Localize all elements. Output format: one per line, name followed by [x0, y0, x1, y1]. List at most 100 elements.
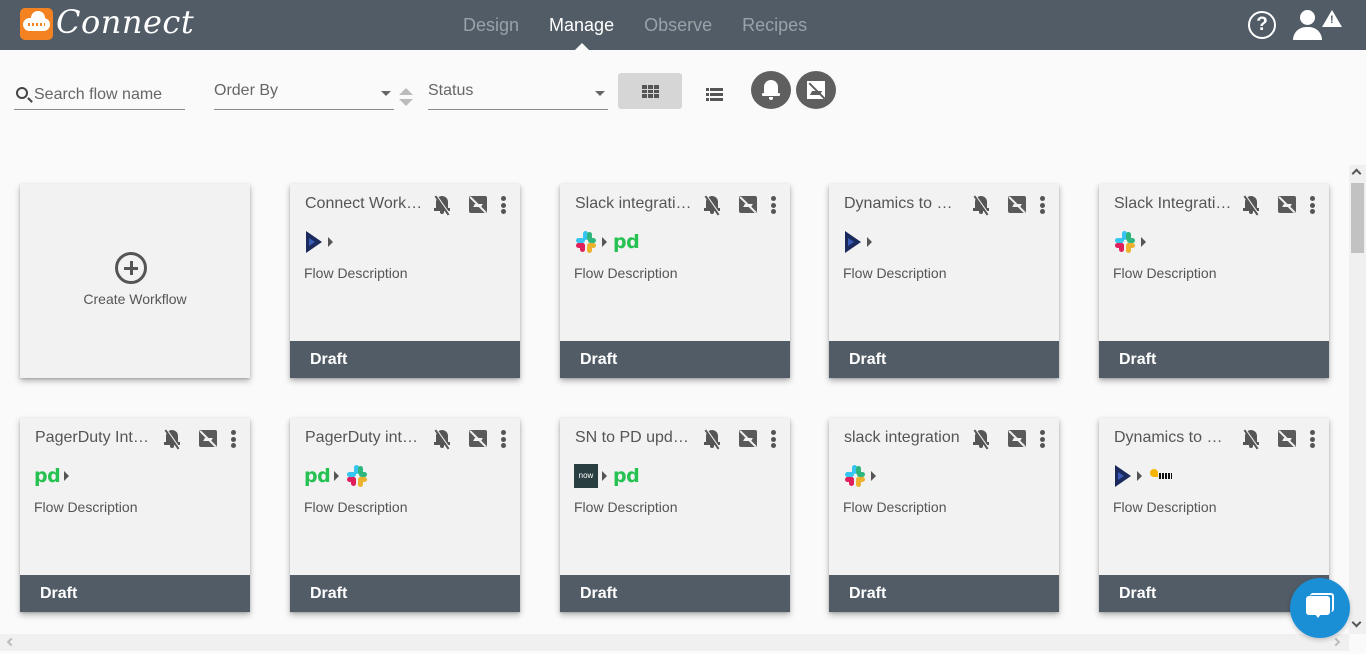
bell-off-icon[interactable]: [1242, 195, 1260, 216]
add-circle-icon: [115, 252, 147, 284]
image-off-icon[interactable]: [739, 430, 757, 447]
flow-card[interactable]: Dynamics to S… Flow Description Draft: [829, 184, 1059, 378]
chevron-down-icon: [381, 91, 391, 96]
image-off-icon[interactable]: [1278, 430, 1296, 447]
help-icon[interactable]: ?: [1248, 11, 1276, 39]
notifications-button[interactable]: [751, 71, 791, 109]
scroll-right-icon[interactable]: [1331, 637, 1341, 647]
nav-recipes[interactable]: Recipes: [727, 0, 822, 50]
list-view-button[interactable]: [700, 73, 730, 109]
flow-card[interactable]: SN to PD upd… now pd Flow Description Draft: [560, 418, 790, 612]
search-input[interactable]: [34, 84, 184, 106]
brand-name[interactable]: Connect: [56, 3, 194, 41]
bell-off-icon[interactable]: [972, 195, 990, 216]
more-vert-icon[interactable]: [769, 430, 777, 448]
flow-title[interactable]: Dynamics to U…: [1114, 429, 1232, 447]
image-off-icon[interactable]: [1008, 430, 1026, 447]
more-vert-icon[interactable]: [499, 430, 507, 448]
grid-icon: [642, 85, 659, 98]
flow-description: Flow Description: [304, 265, 408, 281]
create-workflow-label: Create Workflow: [83, 291, 187, 307]
bell-icon: [762, 80, 780, 100]
flow-title[interactable]: PagerDuty Int…: [35, 429, 153, 447]
flow-title[interactable]: SN to PD upd…: [575, 429, 693, 447]
flow-connectors: pd: [304, 464, 369, 488]
horizontal-scrollbar[interactable]: [0, 634, 1349, 651]
bell-off-icon[interactable]: [433, 429, 451, 450]
image-off-icon[interactable]: [469, 430, 487, 447]
hide-images-button[interactable]: [796, 71, 836, 109]
flow-title[interactable]: Slack integration: [575, 195, 693, 213]
status-badge: Draft: [290, 341, 520, 378]
user-avatar-icon[interactable]: [1292, 10, 1324, 40]
pagerduty-logo-icon: pd: [613, 465, 640, 487]
slack-logo-icon: [843, 464, 867, 488]
search-field[interactable]: [14, 80, 185, 110]
create-workflow-card[interactable]: Create Workflow: [20, 184, 250, 378]
order-by-select[interactable]: Order By: [214, 76, 394, 110]
flow-card[interactable]: PagerDuty int… pd Flow Description Draft: [290, 418, 520, 612]
flow-arrow-icon: [64, 471, 70, 481]
flow-title[interactable]: Slack Integration: [1114, 195, 1232, 213]
dynamics-logo-icon: [304, 230, 324, 254]
image-off-icon[interactable]: [739, 196, 757, 213]
main-nav: Design Manage Observe Recipes: [448, 0, 822, 50]
flow-card[interactable]: Connect Work… Flow Description Draft: [290, 184, 520, 378]
more-vert-icon[interactable]: [1038, 196, 1046, 214]
status-select[interactable]: Status: [428, 76, 608, 110]
nav-manage[interactable]: Manage: [534, 0, 629, 50]
flow-title[interactable]: slack integration: [844, 429, 962, 447]
more-vert-icon[interactable]: [229, 430, 237, 448]
image-off-icon[interactable]: [199, 430, 217, 447]
status-badge: Draft: [560, 341, 790, 378]
service-logo-icon: [1148, 467, 1174, 485]
scroll-up-icon[interactable]: [1351, 168, 1362, 179]
filter-toolbar: Order By Status: [0, 70, 1366, 120]
flow-card[interactable]: Slack Integration Flow Description Draft: [1099, 184, 1329, 378]
bell-off-icon[interactable]: [972, 429, 990, 450]
scroll-down-icon[interactable]: [1351, 617, 1362, 628]
flow-card[interactable]: Slack integration pd Flow Description Draft: [560, 184, 790, 378]
more-vert-icon[interactable]: [769, 196, 777, 214]
slack-logo-icon: [1113, 230, 1137, 254]
image-off-icon[interactable]: [469, 196, 487, 213]
flow-card[interactable]: slack integration Flow Description Draft: [829, 418, 1059, 612]
warning-icon[interactable]: !: [1322, 10, 1342, 27]
vertical-scrollbar[interactable]: [1349, 165, 1366, 634]
more-vert-icon[interactable]: [1308, 430, 1316, 448]
flow-description: Flow Description: [574, 265, 678, 281]
bell-off-icon[interactable]: [703, 195, 721, 216]
more-vert-icon[interactable]: [499, 196, 507, 214]
flow-card[interactable]: PagerDuty Int… pd Flow Description Draft: [20, 418, 250, 612]
nav-observe[interactable]: Observe: [629, 0, 727, 50]
chat-button[interactable]: [1290, 578, 1350, 638]
slack-logo-icon: [574, 230, 598, 254]
flow-title[interactable]: PagerDuty int…: [305, 429, 423, 447]
flow-title[interactable]: Dynamics to S…: [844, 195, 962, 213]
pagerduty-logo-icon: pd: [613, 231, 640, 253]
bell-off-icon[interactable]: [1242, 429, 1260, 450]
bell-off-icon[interactable]: [433, 195, 451, 216]
more-vert-icon[interactable]: [1038, 430, 1046, 448]
scrollbar-thumb[interactable]: [1351, 183, 1364, 253]
more-vert-icon[interactable]: [1308, 196, 1316, 214]
connect-logo-icon[interactable]: [20, 8, 53, 40]
flow-description: Flow Description: [34, 499, 138, 515]
bell-off-icon[interactable]: [703, 429, 721, 450]
status-label: Status: [428, 82, 474, 99]
bell-off-icon[interactable]: [163, 429, 181, 450]
nav-design[interactable]: Design: [448, 0, 534, 50]
grid-view-button[interactable]: [618, 73, 682, 109]
image-off-icon[interactable]: [1008, 196, 1026, 213]
flow-arrow-icon: [602, 471, 607, 481]
flow-connectors: [843, 230, 878, 254]
image-off-icon[interactable]: [1278, 196, 1296, 213]
scroll-left-icon[interactable]: [6, 637, 16, 647]
flow-arrow-icon: [1141, 237, 1146, 247]
warning-glyph: !: [1330, 14, 1334, 26]
sort-direction-toggle[interactable]: [399, 88, 413, 108]
slack-logo-icon: [345, 464, 369, 488]
flow-title[interactable]: Connect Work…: [305, 195, 423, 213]
flow-description: Flow Description: [843, 499, 947, 515]
flow-card[interactable]: Dynamics to U… Flow Description Draft: [1099, 418, 1329, 612]
